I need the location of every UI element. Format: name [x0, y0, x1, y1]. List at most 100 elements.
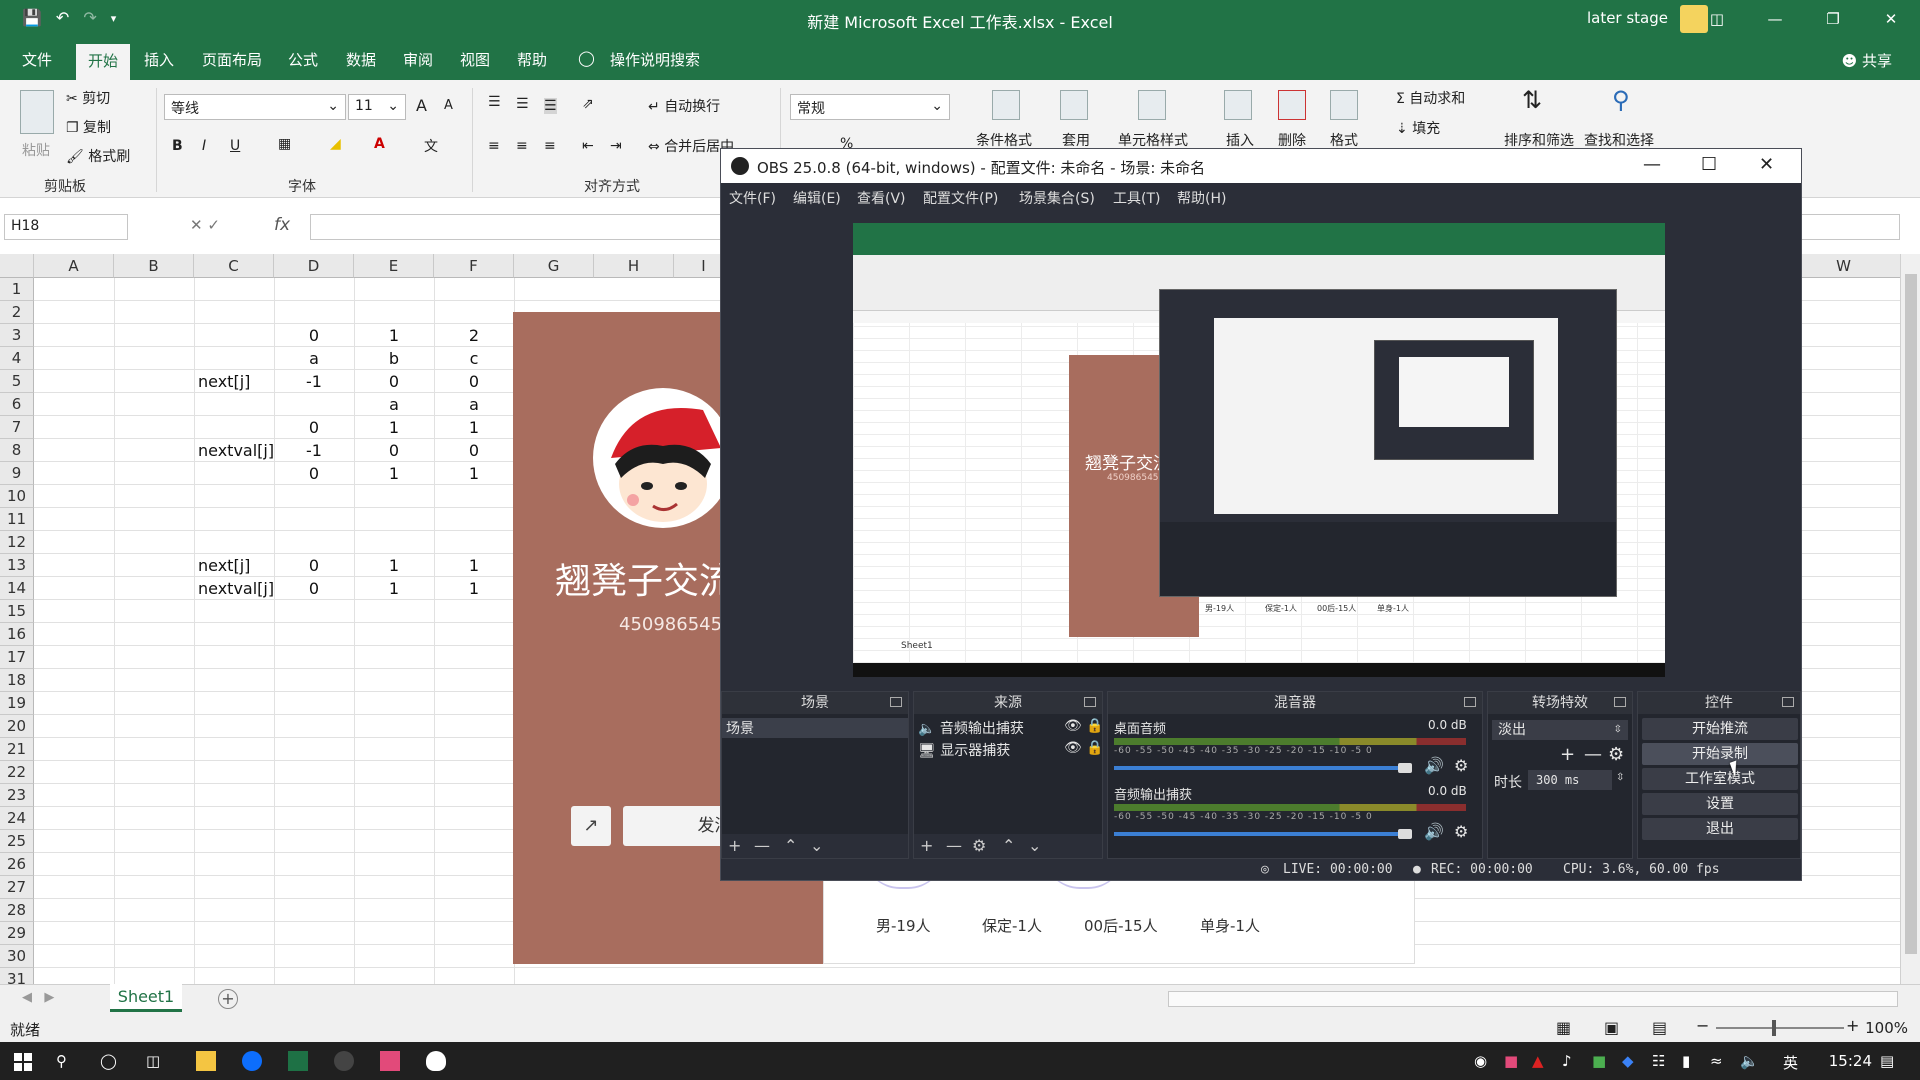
fill-button[interactable]: ⇣ 填充 [1396, 118, 1440, 138]
row-header[interactable]: 13 [0, 554, 34, 577]
column-header-c[interactable]: C [194, 254, 274, 278]
vertical-scrollbar[interactable] [1900, 254, 1920, 984]
move-up-icon[interactable]: ⌃ [784, 836, 797, 855]
restore-icon[interactable]: ❐ [1804, 0, 1862, 38]
sheet-tab-sheet1[interactable]: Sheet1 [110, 984, 182, 1012]
remove-icon[interactable]: — [1584, 744, 1602, 765]
row-header[interactable]: 10 [0, 485, 34, 508]
row-header[interactable]: 3 [0, 324, 34, 347]
row-header[interactable]: 11 [0, 508, 34, 531]
row-header[interactable]: 7 [0, 416, 34, 439]
insert-cells-button[interactable]: 插入 [1226, 130, 1254, 150]
lock-icon[interactable]: 🔒 [1086, 740, 1103, 756]
source-item[interactable]: 🔈 音频输出捕获 [918, 718, 1024, 738]
source-item[interactable]: 🖥 显示器捕获 [918, 740, 1010, 760]
cell-e6[interactable]: a [354, 393, 434, 416]
row-header[interactable]: 8 [0, 439, 34, 462]
zoom-level[interactable]: 100% [1865, 1019, 1908, 1037]
app-icon[interactable] [380, 1051, 400, 1071]
row-header[interactable]: 26 [0, 853, 34, 876]
format-as-table-button[interactable]: 套用 [1062, 130, 1090, 150]
font-name-select[interactable]: 等线 ⌄ [164, 94, 346, 120]
start-recording-button[interactable]: 开始录制 [1642, 743, 1798, 765]
wifi-icon[interactable]: ≈ [1710, 1052, 1723, 1070]
undock-icon[interactable] [1782, 697, 1794, 707]
fill-color-icon[interactable]: ◢ [330, 136, 341, 152]
share-button[interactable]: ↗ [571, 806, 611, 846]
move-down-icon[interactable]: ⌄ [1028, 836, 1041, 855]
scene-item[interactable]: 场景 [722, 718, 908, 738]
undock-icon[interactable] [1614, 697, 1626, 707]
studio-mode-button[interactable]: 工作室模式 [1642, 768, 1798, 790]
cell-f7[interactable]: 1 [434, 416, 514, 439]
cell-f13[interactable]: 1 [434, 554, 514, 577]
tab-formulas[interactable]: 公式 [288, 49, 318, 70]
volume-slider[interactable] [1114, 766, 1404, 770]
page-break-view-icon[interactable]: ▤ [1652, 1018, 1667, 1037]
cell-d8[interactable]: -1 [274, 439, 354, 462]
exit-button[interactable]: 退出 [1642, 818, 1798, 840]
cell-e9[interactable]: 1 [354, 462, 434, 485]
edge-browser-icon[interactable] [242, 1051, 262, 1071]
conditional-format-button[interactable]: 条件格式 [976, 130, 1032, 150]
orientation-icon[interactable]: ⇗ [582, 96, 594, 112]
row-header[interactable]: 18 [0, 669, 34, 692]
increase-indent-icon[interactable]: ⇥ [610, 138, 622, 154]
cell-d13[interactable]: 0 [274, 554, 354, 577]
gear-icon[interactable]: ⚙ [1608, 744, 1624, 765]
align-right-icon[interactable]: ≡ [544, 138, 556, 154]
menu-view[interactable]: 查看(V) [857, 188, 906, 208]
format-cells-button[interactable]: 格式 [1330, 130, 1358, 150]
volume-slider[interactable] [1114, 832, 1404, 836]
row-header[interactable]: 5 [0, 370, 34, 393]
row-header[interactable]: 30 [0, 945, 34, 968]
cell-d5[interactable]: -1 [274, 370, 354, 393]
cell-e8[interactable]: 0 [354, 439, 434, 462]
tray-app-icon[interactable]: ■ [1504, 1052, 1518, 1070]
settings-button[interactable]: 设置 [1642, 793, 1798, 815]
align-top-icon[interactable]: ☰ [488, 94, 501, 110]
column-header-f[interactable]: F [434, 254, 514, 278]
row-header[interactable]: 27 [0, 876, 34, 899]
duration-input[interactable]: 300 ms [1528, 770, 1612, 790]
excel-app-icon[interactable] [288, 1051, 308, 1071]
row-header[interactable]: 12 [0, 531, 34, 554]
column-header-h[interactable]: H [594, 254, 674, 278]
table-format-icon[interactable] [1060, 90, 1088, 120]
search-icon[interactable]: ⚲ [56, 1052, 67, 1070]
menu-profile[interactable]: 配置文件(P) [923, 188, 998, 208]
row-header[interactable]: 19 [0, 692, 34, 715]
tab-view[interactable]: 视图 [460, 49, 490, 70]
transition-select[interactable]: 淡出 ⇳ [1492, 720, 1628, 740]
row-header[interactable]: 2 [0, 301, 34, 324]
tray-obs-icon[interactable]: ◉ [1474, 1052, 1487, 1070]
cell-e14[interactable]: 1 [354, 577, 434, 600]
scrollbar-thumb[interactable] [1905, 274, 1917, 954]
phonetic-icon[interactable]: 文 [424, 136, 438, 156]
cell-e4[interactable]: b [354, 347, 434, 370]
move-up-icon[interactable]: ⌃ [1002, 836, 1015, 855]
menu-edit[interactable]: 编辑(E) [793, 188, 841, 208]
cell-f4[interactable]: c [434, 347, 514, 370]
undock-icon[interactable] [890, 697, 902, 707]
cell-e13[interactable]: 1 [354, 554, 434, 577]
borders-icon[interactable]: ▦ [278, 136, 291, 152]
tray-nvidia-icon[interactable]: ■ [1592, 1052, 1606, 1070]
column-header-a[interactable]: A [34, 254, 114, 278]
menu-scene-collection[interactable]: 场景集合(S) [1019, 188, 1095, 208]
wrap-text-button[interactable]: ↵ 自动换行 [648, 96, 720, 116]
zoom-slider-knob[interactable] [1772, 1020, 1776, 1036]
row-header[interactable]: 21 [0, 738, 34, 761]
sort-filter-icon[interactable]: ⇅ [1522, 86, 1542, 114]
column-header-e[interactable]: E [354, 254, 434, 278]
cell-d7[interactable]: 0 [274, 416, 354, 439]
share-button[interactable]: ☻ 共享 [1842, 50, 1892, 71]
add-icon[interactable]: + [728, 836, 741, 855]
font-color-icon[interactable]: A [374, 136, 385, 152]
obs-app-icon[interactable] [334, 1051, 354, 1071]
cell-c5[interactable]: next[j] [198, 370, 278, 393]
cell-f3[interactable]: 2 [434, 324, 514, 347]
row-header[interactable]: 1 [0, 278, 34, 301]
align-center-icon[interactable]: ≡ [516, 138, 528, 154]
microphone-icon[interactable]: ♪ [1562, 1052, 1572, 1070]
